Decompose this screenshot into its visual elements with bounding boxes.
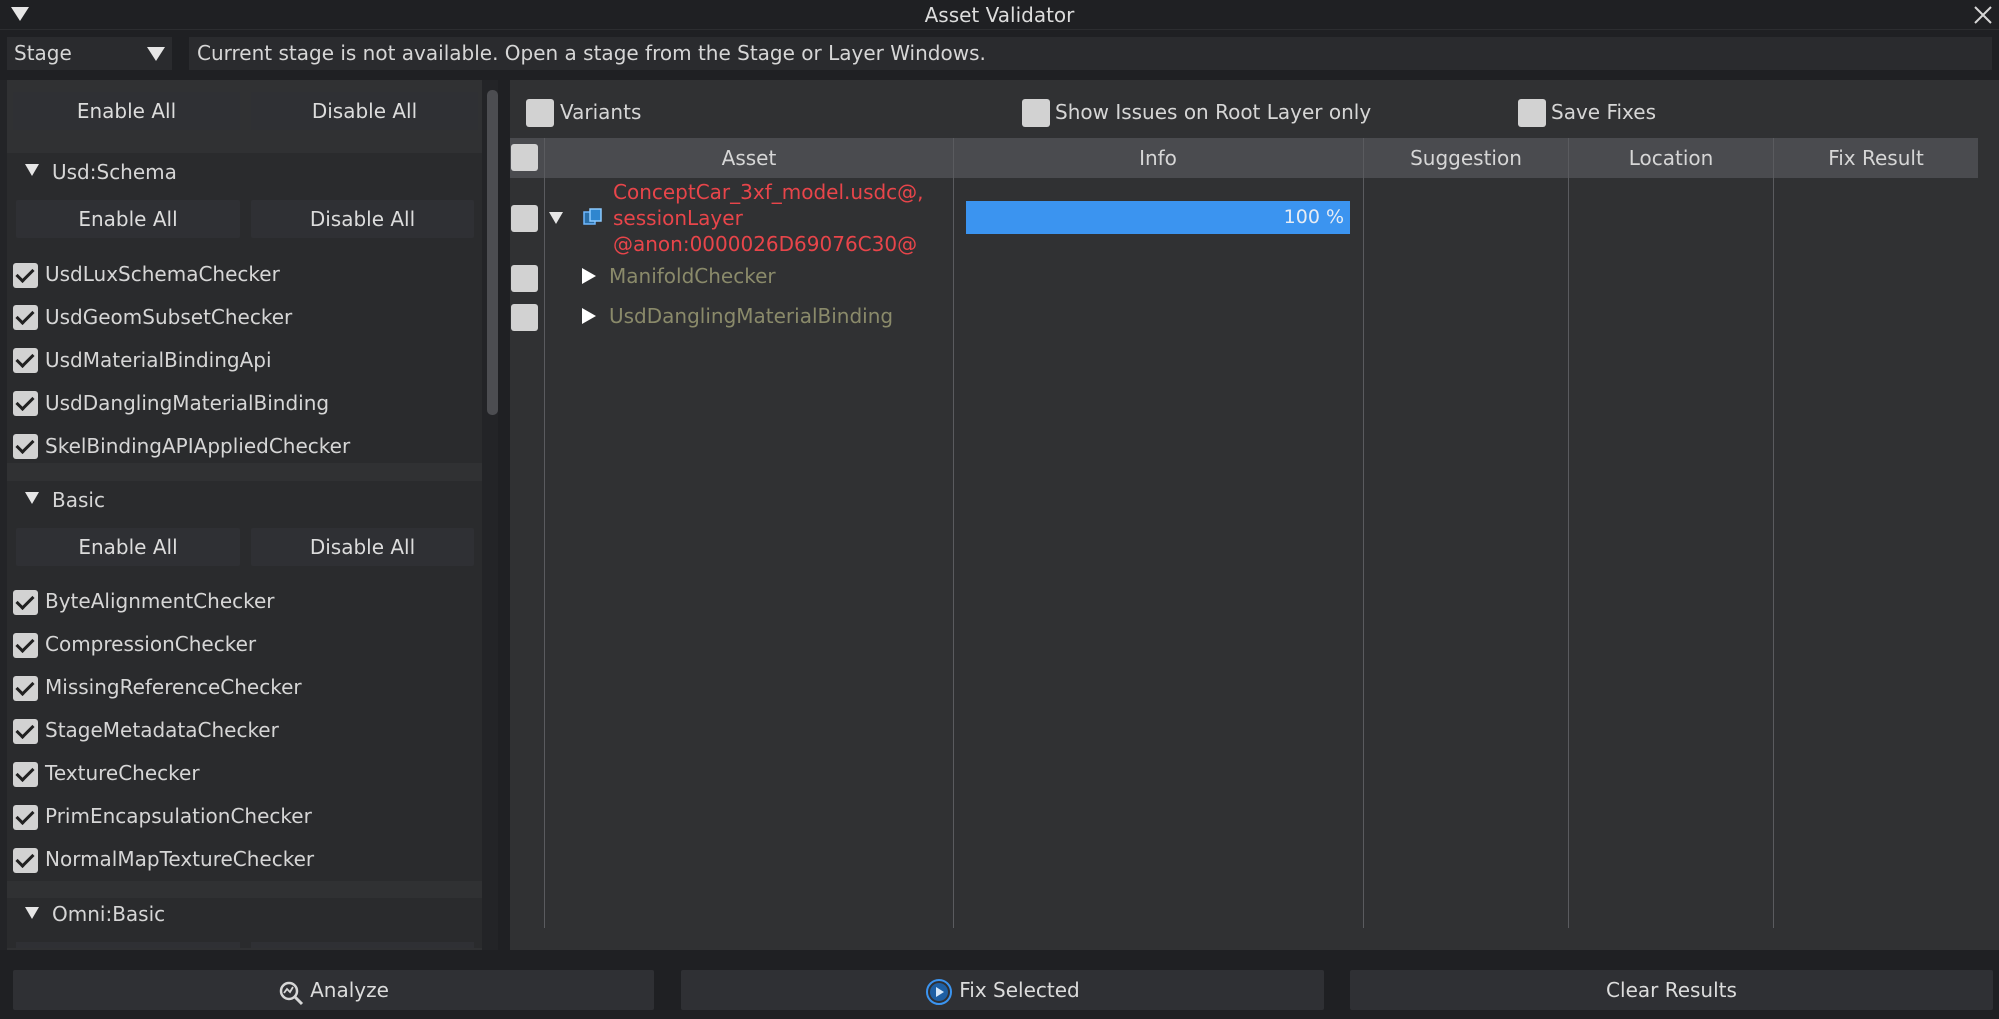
row-checkbox[interactable]	[511, 265, 538, 292]
column-divider	[953, 138, 954, 928]
fix-selected-label: Fix Selected	[959, 978, 1080, 1002]
save-fixes-label: Save Fixes	[1551, 100, 1656, 124]
group-collapse-icon[interactable]	[25, 907, 39, 919]
analyze-button[interactable]: Analyze	[13, 970, 654, 1010]
column-header-info[interactable]: Info	[954, 138, 1362, 178]
mode-select-value: Stage	[14, 41, 72, 65]
expand-toggle-icon[interactable]	[582, 268, 596, 284]
variants-checkbox[interactable]	[526, 99, 554, 127]
variants-label: Variants	[560, 100, 642, 124]
checker-checkbox[interactable]	[13, 434, 38, 459]
column-header-fix-result[interactable]: Fix Result	[1774, 138, 1978, 178]
checker-label: TextureChecker	[45, 761, 200, 785]
group-title: Basic	[52, 488, 105, 512]
row-checkbox[interactable]	[511, 304, 538, 331]
row-checkbox[interactable]	[511, 205, 538, 232]
progress-text: 100 %	[1283, 206, 1344, 228]
analyze-label: Analyze	[310, 978, 389, 1002]
checker-checkbox[interactable]	[13, 263, 38, 288]
status-message-field: Current stage is not available. Open a s…	[189, 37, 1992, 70]
checker-label: SkelBindingAPIAppliedChecker	[45, 434, 351, 458]
checker-label: MissingReferenceChecker	[45, 675, 302, 699]
chevron-down-icon	[147, 47, 165, 61]
analyze-icon	[278, 979, 304, 1005]
left-scrollbar-thumb[interactable]	[487, 90, 498, 415]
checker-checkbox[interactable]	[13, 305, 38, 330]
checker-checkbox[interactable]	[13, 676, 38, 701]
checker-checkbox[interactable]	[13, 348, 38, 373]
checker-checkbox[interactable]	[13, 805, 38, 830]
close-icon[interactable]	[1972, 4, 1994, 26]
group-title: Omni:Basic	[52, 902, 166, 926]
group-collapse-icon[interactable]	[25, 492, 39, 504]
checker-checkbox[interactable]	[13, 391, 38, 416]
progress-bar: 100 %	[966, 201, 1350, 234]
asset-name-line: @anon:0000026D69076C30@	[613, 232, 918, 256]
checker-checkbox[interactable]	[13, 633, 38, 658]
checker-label: PrimEncapsulationChecker	[45, 804, 312, 828]
checker-label: CompressionChecker	[45, 632, 257, 656]
root-layer-only-label: Show Issues on Root Layer only	[1055, 100, 1372, 124]
group-enable-all-button[interactable]: Enable All	[16, 528, 240, 566]
column-divider	[1363, 138, 1364, 928]
group-enable-all-button[interactable]: Enable All	[16, 200, 240, 238]
fix-selected-button[interactable]: Fix Selected	[681, 970, 1324, 1010]
column-divider	[544, 138, 545, 928]
checker-label: UsdLuxSchemaChecker	[45, 262, 280, 286]
play-icon	[925, 978, 953, 1006]
checker-result-name: ManifoldChecker	[609, 264, 776, 288]
column-header-location[interactable]: Location	[1569, 138, 1773, 178]
checker-label: UsdGeomSubsetChecker	[45, 305, 293, 329]
column-header-asset[interactable]: Asset	[545, 138, 953, 178]
group-title: Usd:Schema	[52, 160, 177, 184]
save-fixes-checkbox[interactable]	[1518, 99, 1546, 127]
column-header-suggestion[interactable]: Suggestion	[1364, 138, 1568, 178]
group-collapse-icon[interactable]	[25, 164, 39, 176]
group-disable-all-button[interactable]: Disable All	[251, 528, 474, 566]
enable-all-button[interactable]: Enable All	[13, 92, 240, 130]
mode-select[interactable]: Stage	[7, 37, 172, 70]
disable-all-button[interactable]: Disable All	[251, 92, 478, 130]
checker-label: UsdDanglingMaterialBinding	[45, 391, 330, 415]
expand-toggle-icon[interactable]	[549, 212, 563, 224]
checker-label: ByteAlignmentChecker	[45, 589, 275, 613]
group-disable-all-button[interactable]: Disable All	[251, 200, 474, 238]
status-message: Current stage is not available. Open a s…	[197, 41, 986, 65]
column-divider	[1568, 138, 1569, 928]
select-all-checkbox[interactable]	[511, 144, 538, 171]
partial-button	[251, 942, 474, 948]
asset-name-line: sessionLayer	[613, 206, 743, 230]
asset-name-line: ConceptCar_3xf_model.usdc@,	[613, 180, 924, 204]
checker-label: StageMetadataChecker	[45, 718, 279, 742]
expand-toggle-icon[interactable]	[582, 308, 596, 324]
checker-checkbox[interactable]	[13, 719, 38, 744]
partial-button	[16, 942, 240, 948]
layer-icon	[583, 207, 603, 227]
root-layer-only-checkbox[interactable]	[1022, 99, 1050, 127]
checker-result-name: UsdDanglingMaterialBinding	[609, 304, 894, 328]
checker-label: UsdMaterialBindingApi	[45, 348, 272, 372]
checker-label: NormalMapTextureChecker	[45, 847, 315, 871]
window-title: Asset Validator	[924, 3, 1075, 27]
checker-checkbox[interactable]	[13, 762, 38, 787]
column-divider	[1773, 138, 1774, 928]
clear-results-button[interactable]: Clear Results	[1350, 970, 1993, 1010]
checker-checkbox[interactable]	[13, 848, 38, 873]
checker-checkbox[interactable]	[13, 590, 38, 615]
